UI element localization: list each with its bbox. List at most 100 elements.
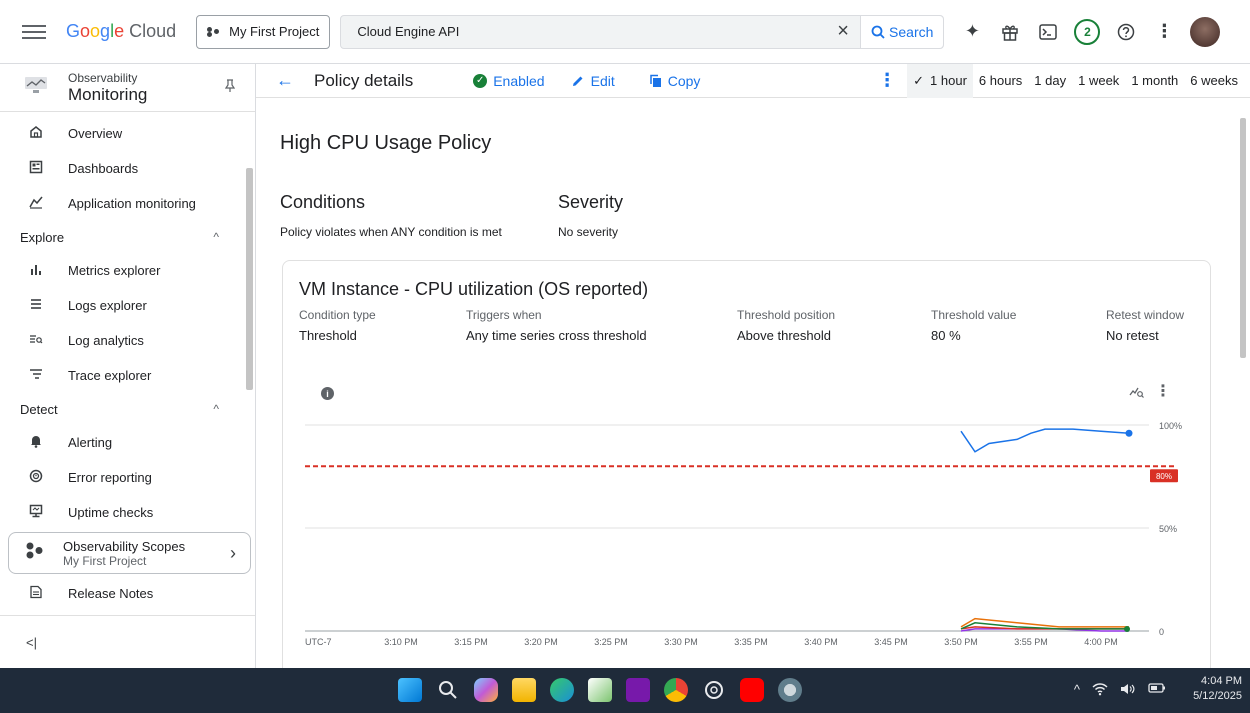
- sidebar: Observability Monitoring Overview Dashbo…: [0, 64, 256, 668]
- conditions-heading: Conditions: [280, 192, 366, 212]
- time-range-selector: 1 hour 6 hours 1 day 1 week 1 month 6 we…: [907, 63, 1244, 98]
- onenote-icon[interactable]: [626, 678, 650, 702]
- severity-text: No severity: [558, 225, 619, 239]
- sidebar-item-application-monitoring[interactable]: Application monitoring: [0, 186, 255, 221]
- file-explorer-icon[interactable]: [512, 678, 536, 702]
- y-tick-label: 50%: [1159, 524, 1177, 534]
- monitor-icon: [26, 504, 46, 521]
- policy-name: High CPU Usage Policy: [280, 132, 492, 154]
- back-arrow-icon[interactable]: ←: [276, 70, 294, 91]
- log-search-icon: [26, 332, 46, 349]
- collapse-sidebar-icon[interactable]: <|: [26, 635, 37, 650]
- youtube-icon[interactable]: [740, 678, 764, 702]
- sidebar-divider: [0, 615, 255, 616]
- range-6-hours[interactable]: 6 hours: [973, 64, 1028, 98]
- sidebar-item-logs-explorer[interactable]: Logs explorer: [0, 288, 255, 323]
- series-end-point: [1125, 429, 1133, 437]
- project-icon: [207, 26, 221, 37]
- trace-icon: [26, 367, 46, 384]
- more-actions-icon[interactable]: ⋮: [877, 70, 897, 91]
- bell-icon: [26, 434, 46, 451]
- pin-icon[interactable]: [224, 79, 236, 96]
- avatar[interactable]: [1190, 16, 1221, 47]
- chevron-right-icon: ›: [230, 542, 236, 563]
- sidebar-header: Observability Monitoring: [0, 64, 255, 112]
- clock-time: 4:04 PM: [1201, 675, 1242, 687]
- edit-button[interactable]: Edit: [571, 73, 615, 89]
- gemini-sparkle-icon[interactable]: ✦: [960, 20, 984, 44]
- search-box[interactable]: Cloud Engine API × Search: [340, 14, 945, 49]
- sidebar-scrollbar[interactable]: [246, 168, 253, 390]
- timezone-label: UTC-7: [305, 637, 332, 647]
- dashboard-icon: [26, 160, 46, 177]
- sidebar-item-error-reporting[interactable]: Error reporting: [0, 460, 255, 495]
- product-category: Observability: [68, 70, 138, 85]
- search-icon[interactable]: [436, 678, 460, 702]
- severity-heading: Severity: [558, 192, 624, 212]
- bar-chart-icon: [26, 262, 46, 279]
- sidebar-item-log-analytics[interactable]: Log analytics: [0, 323, 255, 358]
- app-icon[interactable]: [588, 678, 612, 702]
- clear-search-icon[interactable]: ×: [826, 20, 860, 43]
- gift-icon[interactable]: [998, 20, 1022, 44]
- google-cloud-logo[interactable]: Google Cloud: [66, 21, 176, 42]
- chevron-up-icon: ^: [213, 402, 219, 416]
- monitoring-icon: [24, 76, 50, 99]
- y-tick-label: 0: [1159, 627, 1164, 637]
- range-1-day[interactable]: 1 day: [1028, 64, 1072, 98]
- battery-icon[interactable]: [1148, 682, 1166, 699]
- range-1-hour[interactable]: 1 hour: [907, 63, 973, 98]
- volume-icon[interactable]: [1120, 682, 1136, 699]
- edge-icon[interactable]: [550, 678, 574, 702]
- copy-icon: [649, 74, 661, 87]
- sidebar-item-dashboards[interactable]: Dashboards: [0, 151, 255, 186]
- search-input[interactable]: Cloud Engine API: [341, 24, 826, 39]
- chatgpt-icon[interactable]: [702, 678, 726, 702]
- home-icon: [26, 125, 46, 142]
- windows-start-icon[interactable]: [398, 678, 422, 702]
- sidebar-item-metrics-explorer[interactable]: Metrics explorer: [0, 253, 255, 288]
- x-tick-label: 3:40 PM: [804, 637, 838, 647]
- settings-icon[interactable]: [778, 678, 802, 702]
- series-line: [960, 428, 1130, 453]
- range-1-week[interactable]: 1 week: [1072, 64, 1125, 98]
- chevron-up-icon[interactable]: ^: [1074, 682, 1080, 699]
- sidebar-item-overview[interactable]: Overview: [0, 116, 255, 151]
- series-end-point: [1124, 626, 1130, 632]
- chevron-up-icon: ^: [213, 230, 219, 244]
- sidebar-section-detect[interactable]: Detect ^: [0, 393, 255, 425]
- x-tick-label: 4:00 PM: [1084, 637, 1118, 647]
- wifi-icon[interactable]: [1092, 682, 1108, 699]
- sidebar-section-explore[interactable]: Explore ^: [0, 221, 255, 253]
- app-monitoring-icon: [26, 195, 46, 212]
- range-6-weeks[interactable]: 6 weeks: [1184, 64, 1244, 98]
- more-vert-icon[interactable]: ⋮: [1152, 20, 1176, 44]
- observability-scopes-card[interactable]: Observability Scopes My First Project ›: [8, 532, 251, 574]
- help-icon[interactable]: [1114, 20, 1138, 44]
- project-picker-button[interactable]: My First Project: [196, 14, 331, 49]
- enabled-status-button[interactable]: ✓ Enabled: [473, 73, 545, 89]
- sidebar-item-trace-explorer[interactable]: Trace explorer: [0, 358, 255, 393]
- clock[interactable]: 4:04 PM 5/12/2025: [1193, 674, 1242, 704]
- main-menu-icon[interactable]: [22, 24, 46, 39]
- page-title: Policy details: [314, 70, 414, 90]
- chrome-icon[interactable]: [664, 678, 688, 702]
- copilot-icon[interactable]: [474, 678, 498, 702]
- top-icons: ✦ 2 ⋮: [960, 16, 1221, 47]
- condition-card: VM Instance - CPU utilization (OS report…: [282, 260, 1211, 668]
- search-button[interactable]: Search: [860, 15, 944, 48]
- conditions-text: Policy violates when ANY condition is me…: [280, 225, 502, 239]
- notifications-badge[interactable]: 2: [1074, 18, 1101, 45]
- copy-button[interactable]: Copy: [649, 73, 700, 89]
- x-tick-label: 3:50 PM: [944, 637, 978, 647]
- range-1-month[interactable]: 1 month: [1125, 64, 1184, 98]
- search-icon: [871, 25, 885, 39]
- main-scrollbar[interactable]: [1240, 118, 1246, 358]
- x-tick-label: 3:45 PM: [874, 637, 908, 647]
- sidebar-item-alerting[interactable]: Alerting: [0, 425, 255, 460]
- sidebar-item-release-notes[interactable]: Release Notes: [0, 576, 255, 611]
- windows-taskbar: ^ 4:04 PM 5/12/2025: [0, 668, 1250, 713]
- release-notes-icon: [26, 585, 46, 602]
- sidebar-item-uptime-checks[interactable]: Uptime checks: [0, 495, 255, 530]
- cloud-shell-icon[interactable]: [1036, 20, 1060, 44]
